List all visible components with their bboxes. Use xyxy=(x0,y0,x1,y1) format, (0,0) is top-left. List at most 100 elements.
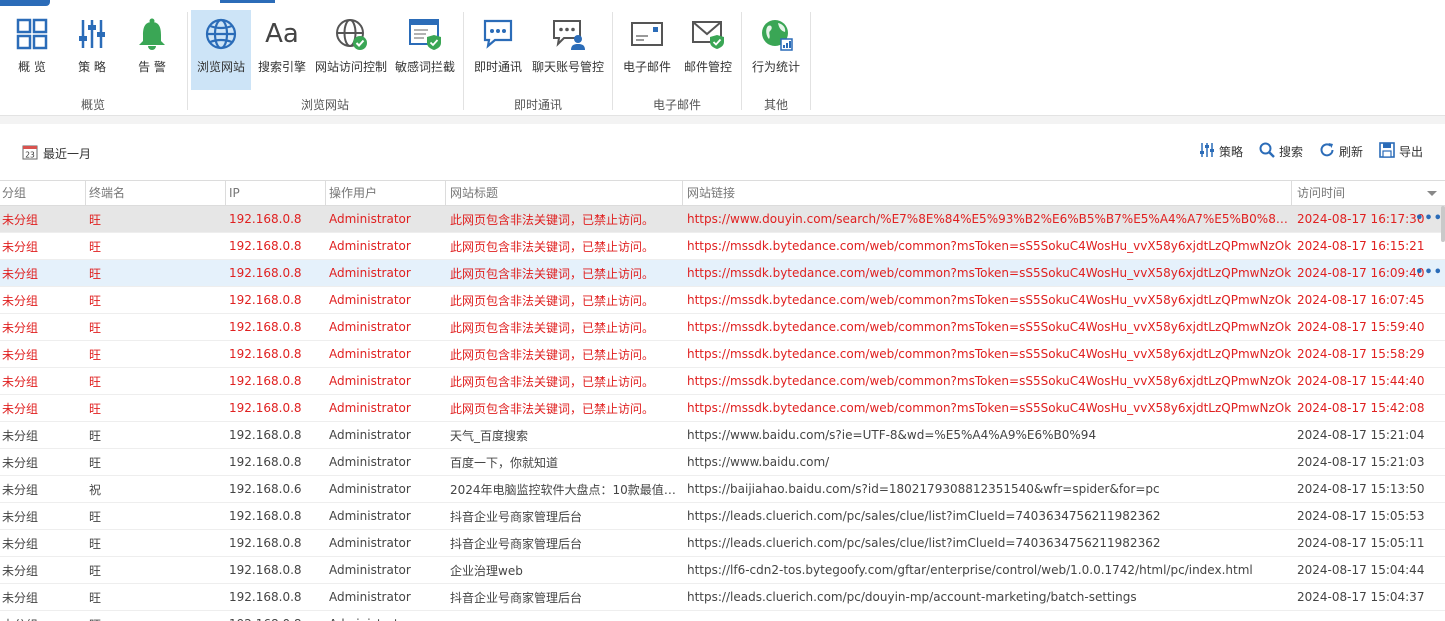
ribbon: 概 览 策 略 告 警 概览 浏览网站 Aa 搜索引擎 网站访问控制 敏感词拦截… xyxy=(0,0,1445,116)
vertical-scrollbar[interactable] xyxy=(1441,206,1445,242)
cell-group: 未分组 xyxy=(2,482,39,497)
cell-terminal: 祝 xyxy=(89,482,102,497)
cell-title: 天气_百度搜索 xyxy=(450,428,529,443)
column-header-title[interactable]: 网站标题 xyxy=(446,181,683,205)
cell-user: Administrator xyxy=(329,212,411,226)
window-shield-icon xyxy=(405,14,445,54)
table-row[interactable]: 未分组 旺 192.168.0.8 Administrator 此网页包含非法关键词，已… xyxy=(0,287,1445,314)
cell-url: https://mssdk.bytedance.com/web/common?m… xyxy=(687,266,1292,280)
policy-button[interactable]: 策 略 xyxy=(66,10,118,90)
cell-terminal: 旺 xyxy=(89,212,102,227)
table-row[interactable]: 未分组 旺 192.168.0.8 Administrator 此网页包含非法关键词，已… xyxy=(0,395,1445,422)
behavior-stats-button[interactable]: 行为统计 xyxy=(747,10,805,90)
sensitive-word-block-button[interactable]: 敏感词拦截 xyxy=(392,10,458,90)
cell-title: 此网页包含非法关键词，已禁止访问。 xyxy=(450,320,655,335)
cell-visit-time: 2024-08-17 16:15:21 xyxy=(1297,239,1425,253)
instant-messaging-button-label: 即时通讯 xyxy=(473,60,522,74)
cell-visit-time: 2024-08-17 16:17:30 xyxy=(1297,212,1425,226)
export-action-button[interactable]: 导出 xyxy=(1379,142,1423,161)
cell-group: 未分组 xyxy=(2,212,39,227)
cell-url: https://mssdk.bytedance.com/web/common?m… xyxy=(687,239,1292,253)
column-header-group[interactable]: 分组 xyxy=(0,181,86,205)
cell-terminal: 旺 xyxy=(89,455,102,470)
table-row[interactable]: 未分组 旺 192.168.0.8 Administrator 此网页包含非法关键词，已… xyxy=(0,233,1445,260)
table-row[interactable]: 未分组 旺 192.168.0.8 Administrator 此网页包含非法关键词，已… xyxy=(0,206,1445,233)
column-header-visit-time[interactable]: 访问时间 xyxy=(1292,181,1445,205)
cell-group: 未分组 xyxy=(2,563,39,578)
cell-group: 未分组 xyxy=(2,293,39,308)
cell-url: https://mssdk.bytedance.com/web/common?m… xyxy=(687,401,1292,415)
cell-terminal: 旺 xyxy=(89,320,102,335)
calendar-icon: 23 xyxy=(22,144,38,163)
date-range-filter[interactable]: 23 最近一月 xyxy=(22,144,91,163)
policy-action-button[interactable]: 策略 xyxy=(1199,142,1243,161)
cell-url: https://www.douyin.com/search/%E7%8E%84%… xyxy=(687,212,1292,226)
table-row[interactable]: 未分组 旺 192.168.0.8 Administrator 企业治理web https… xyxy=(0,557,1445,584)
table-header: 分组 终端名 IP 操作用户 网站标题 网站链接 访问时间 xyxy=(0,180,1445,206)
save-export-icon xyxy=(1379,142,1395,161)
app-menu-corner[interactable] xyxy=(0,0,50,6)
sort-descending-icon[interactable] xyxy=(1427,191,1437,196)
refresh-icon xyxy=(1319,142,1335,161)
cell-user: Administrator xyxy=(329,401,411,415)
overview-button[interactable]: 概 览 xyxy=(6,10,58,90)
export-action-label: 导出 xyxy=(1398,145,1423,159)
email-button-label: 电子邮件 xyxy=(622,60,671,74)
cell-url: https://lf6-cdn2-tos.bytegoofy.com/gftar… xyxy=(687,563,1253,577)
cell-url: https://mssdk.bytedance.com/web/common?m… xyxy=(687,293,1292,307)
cell-visit-time: 2024-08-17 15:21:04 xyxy=(1297,428,1425,442)
table-row[interactable]: 未分组 旺 192.168.0.8 Administrator 此网页包含非法关键词，已… xyxy=(0,341,1445,368)
table-row[interactable]: 未分组 旺 192.168.0.8 Administrator 此网页包含非法关键词，已… xyxy=(0,314,1445,341)
browse-websites-button[interactable]: 浏览网站 xyxy=(191,10,251,90)
cell-ip: 192.168.0.8 xyxy=(229,374,302,388)
cell-ip: 192.168.0.8 xyxy=(229,536,302,550)
chat-account-control-button[interactable]: 聊天账号管控 xyxy=(529,10,607,90)
cell-group: 未分组 xyxy=(2,266,39,281)
table-row[interactable]: 未分组 祝 192.168.0.6 Administrator 2024年电脑监控软件大… xyxy=(0,476,1445,503)
alarm-button[interactable]: 告 警 xyxy=(126,10,178,90)
table-row[interactable]: 未分组 旺 192.168.0.8 Administrator 抖音企业号商家管理后台 h… xyxy=(0,530,1445,557)
refresh-action-button[interactable]: 刷新 xyxy=(1319,142,1363,161)
email-control-button[interactable]: 邮件管控 xyxy=(679,10,737,90)
table-row[interactable]: 未分组 旺 192.168.0.8 Administrator 天气_百度搜索 https… xyxy=(0,422,1445,449)
cell-user: Administrator xyxy=(329,374,411,388)
cell-title: 此网页包含非法关键词，已禁止访问。 xyxy=(450,212,655,227)
cell-user: Administrator xyxy=(329,320,411,334)
cell-ip: 192.168.0.8 xyxy=(229,563,302,577)
table-body: 未分组旺 192.168.0.8 Administrator 此网页包含非法关键词，已… xyxy=(0,206,1445,621)
globe-check-icon xyxy=(331,14,371,54)
table-row[interactable]: 未分组 旺 192.168.0.8 Administrator 此网页包含非法关键词，已… xyxy=(0,368,1445,395)
cell-title: 此网页包含非法关键词，已禁止访问。 xyxy=(450,239,655,254)
cell-terminal: 旺 xyxy=(89,590,102,605)
cell-title: 抖音企业号商家管理后台 xyxy=(450,590,583,605)
table-row[interactable]: 未分组 旺 192.168.0.8 Administrator 抖音企业号商家管理后台 h… xyxy=(0,584,1445,611)
group-label-instant-messaging: 即时通讯 xyxy=(513,98,562,112)
cell-user: Administrator xyxy=(329,293,411,307)
cell-terminal: 旺 xyxy=(89,293,102,308)
column-header-url[interactable]: 网站链接 xyxy=(683,181,1292,205)
cell-terminal: 旺 xyxy=(89,563,102,578)
cell-visit-time: 2024-08-17 15:13:50 xyxy=(1297,482,1425,496)
column-header-user[interactable]: 操作用户 xyxy=(326,181,446,205)
more-options-icon[interactable]: ••• xyxy=(1415,211,1443,226)
table-row[interactable]: 未分组 旺 192.168.0.8 Administrator 此网页包含非法关键词，已… xyxy=(0,260,1445,287)
group-label-email: 电子邮件 xyxy=(652,98,701,112)
search-engine-button[interactable]: Aa 搜索引擎 xyxy=(253,10,311,90)
svg-text:23: 23 xyxy=(25,151,35,160)
alarm-bell-icon xyxy=(132,14,172,54)
email-button[interactable]: 电子邮件 xyxy=(618,10,676,90)
column-header-terminal[interactable]: 终端名 xyxy=(86,181,226,205)
column-header-ip[interactable]: IP xyxy=(226,181,326,205)
instant-messaging-button[interactable]: 即时通讯 xyxy=(468,10,528,90)
cell-visit-time: 2024-08-17 15:58:29 xyxy=(1297,347,1425,361)
search-action-button[interactable]: 搜索 xyxy=(1259,142,1303,161)
globe-stats-icon xyxy=(756,14,796,54)
cell-ip: 192.168.0.8 xyxy=(229,428,302,442)
cell-user: Administrator xyxy=(329,563,411,577)
mail-shield-icon xyxy=(688,14,728,54)
website-access-control-button[interactable]: 网站访问控制 xyxy=(312,10,390,90)
table-row[interactable]: 未分组 旺 192.168.0.8 Administrator 百度一下，你就知道 htt… xyxy=(0,449,1445,476)
table-row[interactable]: 未分组旺192.168.0.8Administrator xyxy=(0,611,1445,621)
table-row[interactable]: 未分组 旺 192.168.0.8 Administrator 抖音企业号商家管理后台 h… xyxy=(0,503,1445,530)
more-options-icon[interactable]: ••• xyxy=(1415,265,1443,280)
